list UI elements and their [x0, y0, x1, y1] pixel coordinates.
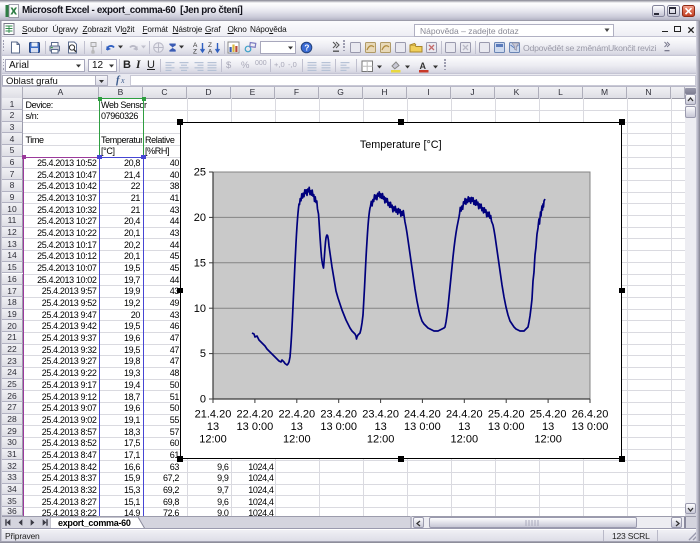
svg-text:13: 13 — [291, 421, 303, 433]
svg-text:13: 13 — [374, 421, 386, 433]
svg-text:23.4.20: 23.4.20 — [362, 409, 399, 421]
svg-text:13 0:00: 13 0:00 — [404, 421, 441, 433]
svg-text:12:00: 12:00 — [199, 434, 227, 446]
svg-text:26.4.20: 26.4.20 — [572, 409, 609, 421]
svg-text:12:00: 12:00 — [367, 434, 395, 446]
svg-text:22.4.20: 22.4.20 — [278, 409, 315, 421]
svg-text:25.4.20: 25.4.20 — [530, 409, 567, 421]
svg-text:23.4.20: 23.4.20 — [320, 409, 357, 421]
svg-text:?: ? — [304, 42, 309, 52]
svg-text:13: 13 — [542, 421, 554, 433]
svg-text:25: 25 — [194, 167, 206, 179]
svg-text:12:00: 12:00 — [451, 434, 479, 446]
svg-text:24.4.20: 24.4.20 — [404, 409, 441, 421]
svg-text:20: 20 — [194, 212, 206, 224]
svg-text:24.4.20: 24.4.20 — [446, 409, 483, 421]
svg-text:A: A — [208, 48, 213, 54]
svg-text:13 0:00: 13 0:00 — [320, 421, 357, 433]
svg-text:15: 15 — [194, 257, 206, 269]
svg-text:13 0:00: 13 0:00 — [237, 421, 274, 433]
svg-text:5: 5 — [200, 348, 206, 360]
svg-text:13 0:00: 13 0:00 — [488, 421, 525, 433]
svg-text:Temperature [°C]: Temperature [°C] — [360, 139, 442, 151]
svg-text:13: 13 — [458, 421, 470, 433]
svg-text:A: A — [420, 61, 427, 71]
svg-text:22.4.20: 22.4.20 — [237, 409, 274, 421]
svg-text:25.4.20: 25.4.20 — [488, 409, 525, 421]
svg-text:10: 10 — [194, 303, 206, 315]
svg-text:13 0:00: 13 0:00 — [572, 421, 609, 433]
svg-text:12:00: 12:00 — [283, 434, 311, 446]
svg-text:13: 13 — [207, 421, 219, 433]
svg-text:Z: Z — [193, 48, 197, 54]
svg-text:0: 0 — [200, 394, 206, 406]
svg-text:12:00: 12:00 — [534, 434, 562, 446]
svg-text:21.4.20: 21.4.20 — [195, 409, 232, 421]
